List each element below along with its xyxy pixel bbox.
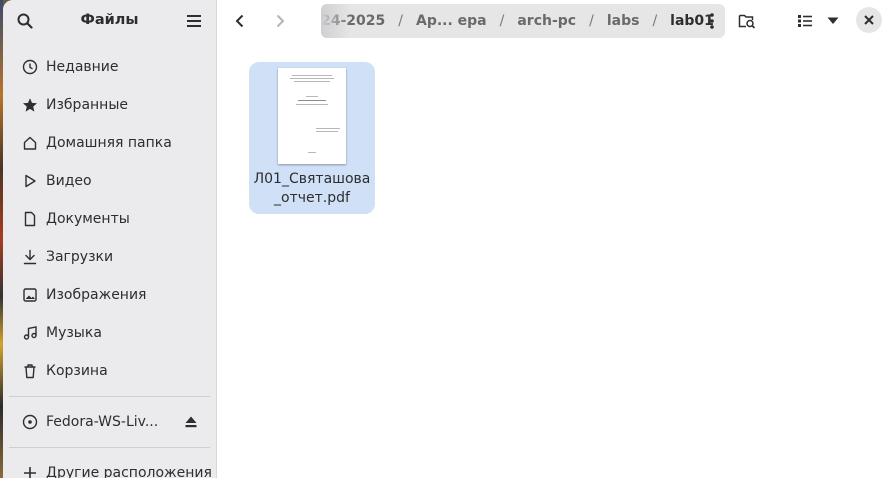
sidebar-item-label: Документы: [46, 211, 130, 227]
close-button[interactable]: [856, 7, 882, 33]
thumb-line: [306, 96, 318, 97]
pdf-thumbnail: [278, 68, 346, 164]
sidebar-item-starred[interactable]: Избранные: [3, 86, 216, 124]
file-name-line-2: _отчет.pdf: [274, 190, 350, 206]
sidebar-item-home[interactable]: Домашняя папка: [3, 124, 216, 162]
crumb-labs[interactable]: labs: [603, 13, 644, 29]
trash-icon: [21, 362, 39, 380]
file-view: Л01_Святашова _отчет.pdf: [217, 42, 893, 478]
folder-search-icon: [738, 14, 756, 29]
eject-icon: [185, 416, 197, 428]
sidebar-item-label: Fedora-WS-Liv...: [46, 414, 159, 430]
sidebar-item-label: Изображения: [46, 287, 147, 303]
crumb-folder[interactable]: Ар... ера: [412, 13, 491, 29]
view-mode-button[interactable]: [791, 7, 819, 35]
download-icon: [21, 248, 39, 266]
sidebar-header: Файлы: [3, 0, 216, 42]
sidebar-item-music[interactable]: Музыка: [3, 314, 216, 352]
path-separator: /: [652, 13, 658, 29]
clock-icon: [21, 58, 39, 76]
sidebar-item-label: Недавние: [46, 59, 119, 75]
thumb-line: [316, 131, 338, 132]
sidebar-item-label: Корзина: [46, 363, 108, 379]
folder-menu-button[interactable]: [709, 12, 715, 30]
forward-button[interactable]: [266, 7, 294, 35]
view-options-button[interactable]: [819, 7, 847, 35]
path-bar-overflow-fade: [321, 4, 351, 38]
chevron-left-icon: [235, 14, 244, 28]
sidebar-item-downloads[interactable]: Загрузки: [3, 238, 216, 276]
sidebar-item-label: Другие расположения: [46, 465, 212, 478]
sidebar-item-label: Домашняя папка: [46, 135, 172, 151]
thumb-line: [296, 104, 328, 105]
crumb-arch-pc[interactable]: arch-pc: [513, 13, 580, 29]
sidebar-places: Недавние Избранные Домашняя папка Видео: [3, 48, 216, 478]
sidebar-item-label: Избранные: [46, 97, 128, 113]
chevron-right-icon: [276, 14, 285, 28]
close-icon: [864, 15, 874, 25]
list-view-icon: [798, 15, 812, 27]
path-separator: /: [398, 13, 403, 29]
sidebar-item-documents[interactable]: Документы: [3, 200, 216, 238]
home-icon: [21, 134, 39, 152]
sidebar-item-recent[interactable]: Недавние: [3, 48, 216, 86]
file-item[interactable]: Л01_Святашова _отчет.pdf: [249, 62, 375, 214]
sidebar-item-other-locations[interactable]: Другие расположения: [3, 454, 216, 478]
eject-button[interactable]: [184, 415, 198, 429]
thumb-line: [316, 128, 340, 129]
hamburger-menu-icon: [187, 15, 201, 27]
back-button[interactable]: [226, 7, 254, 35]
plus-icon: [21, 464, 39, 478]
sidebar-item-label: Музыка: [46, 325, 102, 341]
thumb-line: [294, 81, 330, 82]
sidebar-divider: [9, 396, 210, 397]
file-name: Л01_Святашова _отчет.pdf: [253, 170, 371, 208]
sidebar-item-device[interactable]: Fedora-WS-Liv...: [3, 403, 216, 441]
sidebar-item-pictures[interactable]: Изображения: [3, 276, 216, 314]
thumb-line: [308, 152, 316, 153]
image-icon: [21, 286, 39, 304]
document-icon: [21, 210, 39, 228]
video-icon: [21, 172, 39, 190]
header-bar: 24-2025 / Ар... ера / arch-pc / labs / l…: [217, 0, 893, 42]
disc-icon: [21, 413, 39, 431]
sidebar-divider: [9, 447, 210, 448]
sidebar-item-videos[interactable]: Видео: [3, 162, 216, 200]
sidebar-item-trash[interactable]: Корзина: [3, 352, 216, 390]
path-bar: 24-2025 / Ар... ера / arch-pc / labs / l…: [321, 4, 725, 38]
thumb-line: [298, 100, 326, 101]
path-separator: /: [499, 13, 505, 29]
sidebar-item-label: Видео: [46, 173, 92, 189]
chevron-down-icon: [827, 17, 839, 24]
sidebar: Файлы Недавние Избранные Домашняя папка …: [3, 0, 217, 478]
music-icon: [21, 324, 39, 342]
search-in-folder-button[interactable]: [733, 7, 761, 35]
files-window: Файлы Недавние Избранные Домашняя папка …: [3, 0, 893, 478]
thumb-line: [290, 78, 334, 79]
vertical-dots-icon: [710, 13, 714, 29]
thumb-line: [292, 75, 332, 76]
star-icon: [21, 96, 39, 114]
path-separator: /: [589, 13, 594, 29]
main-menu-button[interactable]: [180, 7, 208, 35]
file-name-line-1: Л01_Святашова: [253, 171, 371, 187]
sidebar-item-label: Загрузки: [46, 249, 114, 265]
